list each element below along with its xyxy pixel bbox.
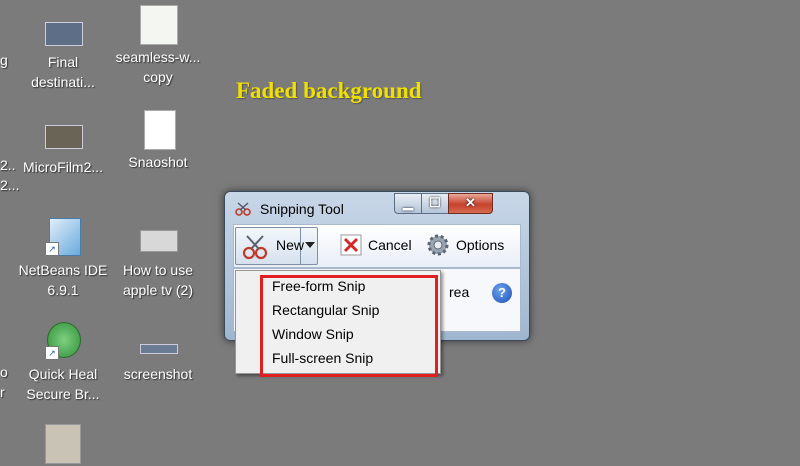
cancel-button[interactable]: Cancel bbox=[338, 229, 418, 261]
new-button-label: New bbox=[276, 237, 305, 253]
desktop-icon-label: screenshot bbox=[123, 366, 193, 382]
desktop-icon-label: NetBeans IDE 6.9.1 bbox=[18, 262, 108, 298]
options-button[interactable]: Options bbox=[426, 229, 520, 261]
video-icon bbox=[140, 322, 178, 360]
desktop-icon-label: MicroFilm2... bbox=[22, 159, 104, 175]
netbeans-icon: ↗ bbox=[45, 218, 81, 256]
scissors-icon bbox=[235, 202, 251, 216]
minimize-icon: ▁ bbox=[403, 195, 413, 210]
desktop-partial-label: 2... bbox=[0, 177, 20, 193]
desktop-icon-label: Quick Heal Secure Br... bbox=[26, 366, 100, 402]
new-button[interactable]: New bbox=[236, 228, 305, 264]
desktop-icon-label: Snaoshot bbox=[128, 154, 188, 170]
desktop-icon-microfilm[interactable]: MicroFilm2... bbox=[13, 115, 113, 177]
new-split-button: New bbox=[235, 227, 318, 265]
video-icon bbox=[140, 218, 178, 256]
desktop-partial-label: r bbox=[0, 384, 5, 400]
desktop-icon-apple-tv[interactable]: How to use apple tv (2) bbox=[108, 218, 208, 300]
desktop-icon-label: Final destinati... bbox=[31, 54, 95, 90]
desktop-icon-final-destination[interactable]: Final destinati... bbox=[13, 10, 113, 92]
desktop-partial-label: o bbox=[0, 364, 8, 380]
image-icon bbox=[45, 424, 81, 464]
dropdown-arrow-icon bbox=[305, 242, 315, 248]
faded-background-heading: Faded background bbox=[236, 78, 422, 103]
minimize-button[interactable]: ▁ bbox=[394, 193, 422, 214]
cancel-x-icon bbox=[340, 234, 362, 256]
desktop-icon-screenshot[interactable]: screenshot bbox=[108, 322, 208, 384]
shortcut-arrow-icon: ↗ bbox=[45, 346, 59, 360]
options-button-label: Options bbox=[456, 237, 505, 253]
highlight-annotation-box bbox=[260, 275, 438, 377]
desktop-icon-label: seamless-w... copy bbox=[115, 49, 201, 85]
window-title: Snipping Tool bbox=[260, 201, 344, 217]
snip-mode-text: rea bbox=[449, 284, 470, 300]
close-button[interactable]: ✕ bbox=[448, 193, 493, 214]
cancel-button-label: Cancel bbox=[368, 237, 412, 253]
desktop-icon-snaoshot[interactable]: Snaoshot bbox=[108, 110, 208, 172]
desktop-partial-label: g bbox=[0, 52, 8, 68]
video-icon bbox=[45, 115, 83, 153]
help-icon[interactable]: ? bbox=[492, 283, 512, 303]
quickheal-icon: ↗ bbox=[45, 322, 81, 360]
desktop-icon-netbeans[interactable]: ↗ NetBeans IDE 6.9.1 bbox=[13, 218, 113, 300]
desktop-icon-label: How to use apple tv (2) bbox=[122, 262, 194, 298]
maximize-icon: ☐ bbox=[429, 195, 441, 210]
close-icon: ✕ bbox=[465, 195, 476, 210]
image-icon bbox=[140, 5, 178, 45]
scissors-icon bbox=[242, 235, 268, 260]
gear-icon bbox=[427, 234, 449, 256]
video-icon bbox=[45, 10, 83, 48]
document-icon bbox=[140, 110, 176, 150]
desktop-icon-partial-bottom[interactable] bbox=[13, 424, 113, 466]
desktop-icon-seamless[interactable]: seamless-w... copy bbox=[108, 5, 208, 87]
desktop-icon-quick-heal[interactable]: ↗ Quick Heal Secure Br... bbox=[13, 322, 113, 404]
new-dropdown-button[interactable] bbox=[301, 228, 317, 264]
maximize-button[interactable]: ☐ bbox=[421, 193, 449, 214]
toolbar: New Cancel Options bbox=[233, 224, 521, 268]
shortcut-arrow-icon: ↗ bbox=[45, 242, 59, 256]
